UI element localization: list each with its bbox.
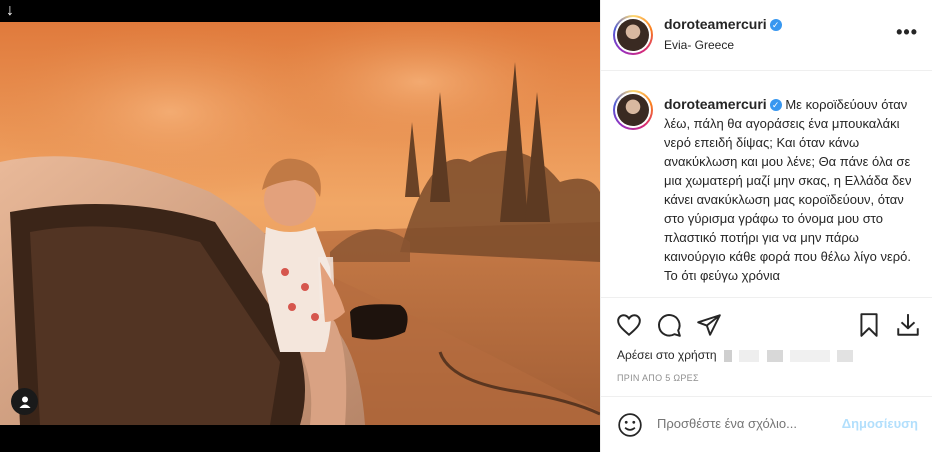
user-tag-icon[interactable] (11, 388, 38, 415)
caption-body: Με κοροϊδεύουν όταν λέω, πάλη θα αγοράσε… (664, 97, 912, 283)
location-link[interactable]: Evia- Greece (664, 38, 734, 52)
post-media: ↓ (0, 0, 600, 452)
user-silhouette-icon (19, 396, 30, 408)
post-photo[interactable] (0, 22, 600, 425)
post-timestamp[interactable]: ΠΡΙΝ ΑΠΟ 5 ΩΡΕΣ (617, 373, 699, 383)
download-icon[interactable]: ↓ (6, 3, 14, 19)
media-top-bar: ↓ (0, 0, 600, 22)
caption-avatar[interactable] (613, 90, 653, 130)
heart-icon[interactable] (616, 312, 642, 338)
likes-prefix: Αρέσει στο χρήστη (617, 348, 717, 362)
caption-section: doroteamercuri ✓ Με κοροϊδεύουν όταν λέω,… (601, 71, 932, 297)
comment-input[interactable] (657, 416, 827, 431)
save-download-icon[interactable] (895, 312, 921, 338)
caption-avatar-image (617, 94, 649, 126)
avatar-image (617, 19, 649, 51)
redacted-block (789, 349, 830, 362)
caption-verified-icon: ✓ (769, 99, 782, 111)
verified-icon: ✓ (769, 19, 782, 31)
post-header: doroteamercuri ✓ Evia- Greece ••• (601, 0, 932, 71)
bookmark-icon[interactable] (856, 312, 882, 338)
wildfire-photo (0, 22, 600, 425)
redacted-block (723, 349, 732, 362)
share-icon[interactable] (696, 312, 722, 338)
post-side-panel: doroteamercuri ✓ Evia- Greece ••• dorotea… (600, 0, 932, 452)
comment-icon[interactable] (656, 312, 682, 338)
redacted-block (739, 349, 760, 362)
caption-text: doroteamercuri ✓ Με κοροϊδεύουν όταν λέω,… (664, 95, 919, 285)
caption-username-link[interactable]: doroteamercuri (664, 96, 767, 112)
emoji-icon[interactable] (617, 412, 643, 438)
header-user: doroteamercuri ✓ (664, 16, 782, 34)
post-comment-button[interactable]: Δημοσίευση (842, 416, 918, 431)
redacted-block (766, 349, 783, 362)
instagram-post-viewer: ↓ doroteamercuri ✓ Evia- Greece ••• doro… (0, 0, 932, 452)
more-icon[interactable]: ••• (896, 22, 918, 43)
likes-line: Αρέσει στο χρήστη (617, 348, 854, 362)
caption-avatar-frame (615, 92, 651, 128)
username-link[interactable]: doroteamercuri (664, 16, 767, 32)
avatar-frame (615, 17, 651, 53)
avatar[interactable] (613, 15, 653, 55)
action-bar: Αρέσει στο χρήστη ΠΡΙΝ ΑΠΟ 5 ΩΡΕΣ (601, 297, 932, 407)
redacted-block (837, 349, 854, 362)
comment-composer: Δημοσίευση (601, 396, 932, 452)
media-bottom-bar (0, 425, 600, 452)
